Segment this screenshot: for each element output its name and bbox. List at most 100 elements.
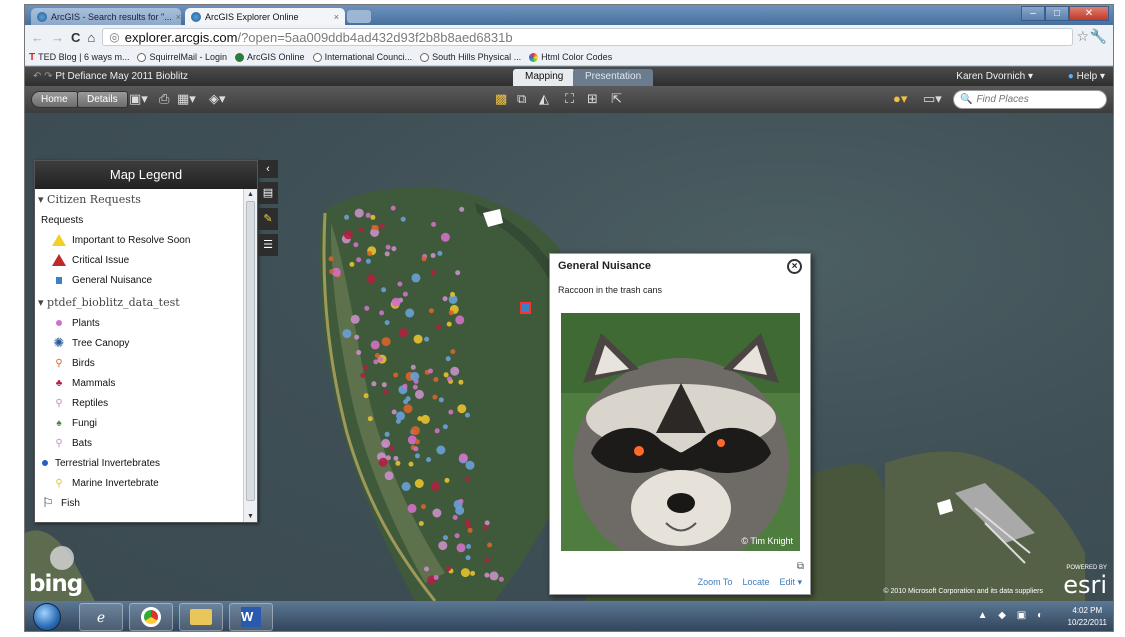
- observation-marker[interactable]: [391, 246, 397, 252]
- observation-marker[interactable]: [465, 460, 475, 470]
- query-icon[interactable]: ⊞: [587, 91, 598, 107]
- observation-marker[interactable]: [455, 315, 465, 325]
- observation-marker[interactable]: [356, 257, 362, 263]
- observation-marker[interactable]: [328, 256, 334, 262]
- observation-marker[interactable]: [458, 379, 464, 385]
- observation-marker[interactable]: [424, 566, 429, 572]
- bookmark-star-icon[interactable]: ☆: [1076, 28, 1089, 45]
- observation-marker[interactable]: [428, 368, 433, 374]
- observation-marker[interactable]: [410, 426, 420, 436]
- selected-general-nuisance-marker[interactable]: [520, 302, 531, 314]
- observation-marker[interactable]: [381, 438, 391, 448]
- observation-marker[interactable]: [381, 337, 391, 347]
- observation-marker[interactable]: [432, 394, 438, 400]
- share-icon[interactable]: ◈▾: [209, 91, 226, 107]
- observation-marker[interactable]: [483, 524, 489, 530]
- observation-marker[interactable]: [410, 371, 420, 381]
- observation-marker[interactable]: [342, 329, 352, 339]
- observation-marker[interactable]: [450, 291, 455, 297]
- observation-marker[interactable]: [414, 389, 424, 399]
- observation-marker[interactable]: [421, 504, 426, 510]
- observation-marker[interactable]: [363, 393, 369, 399]
- add-layer-icon[interactable]: ⧉: [517, 91, 526, 107]
- observation-marker[interactable]: [412, 384, 418, 390]
- user-menu[interactable]: Karen Dvornich ▾: [956, 71, 1033, 82]
- bookmark-ted[interactable]: T TED Blog | 6 ways m...: [29, 52, 129, 63]
- observation-marker[interactable]: [446, 376, 452, 382]
- legend-list[interactable]: ▾ Citizen Requests Requests Important to…: [35, 189, 243, 522]
- observation-marker[interactable]: [374, 353, 380, 358]
- tab-arcgis-explorer[interactable]: ArcGIS Explorer Online ×: [185, 8, 345, 25]
- observation-marker[interactable]: [442, 424, 448, 430]
- observation-marker[interactable]: [403, 404, 413, 414]
- observation-marker[interactable]: [448, 409, 454, 415]
- home-icon[interactable]: ⌂: [87, 30, 95, 45]
- observation-marker[interactable]: [467, 527, 473, 533]
- observation-marker[interactable]: [487, 542, 493, 548]
- observation-marker[interactable]: [428, 308, 434, 314]
- observation-marker[interactable]: [431, 481, 440, 491]
- observation-marker[interactable]: [442, 296, 448, 302]
- observation-marker[interactable]: [460, 568, 470, 578]
- observation-marker[interactable]: [415, 453, 420, 459]
- observation-marker[interactable]: [371, 224, 377, 230]
- word-icon[interactable]: W: [229, 603, 273, 631]
- observation-marker[interactable]: [440, 232, 450, 242]
- system-clock[interactable]: 4:02 PM 10/22/2011: [1068, 605, 1107, 629]
- observation-marker[interactable]: [424, 336, 430, 342]
- observation-marker[interactable]: [465, 412, 470, 418]
- observation-marker[interactable]: [408, 461, 414, 467]
- basemap-icon[interactable]: ▦▾: [177, 91, 196, 107]
- tab-presentation[interactable]: Presentation: [573, 69, 654, 86]
- observation-marker[interactable]: [393, 455, 399, 461]
- observation-marker[interactable]: [421, 256, 427, 262]
- observation-marker[interactable]: [426, 457, 432, 463]
- observation-marker[interactable]: [484, 520, 490, 526]
- observation-marker[interactable]: [366, 274, 376, 284]
- observation-marker[interactable]: [379, 223, 385, 229]
- observation-marker[interactable]: [437, 250, 443, 256]
- bookmark-international-council[interactable]: International Counci...: [312, 52, 412, 62]
- observation-marker[interactable]: [444, 477, 450, 483]
- observation-marker[interactable]: [391, 409, 397, 415]
- start-button[interactable]: [33, 603, 61, 631]
- observation-marker[interactable]: [450, 366, 460, 376]
- observation-marker[interactable]: [418, 521, 424, 526]
- details-button[interactable]: Details: [77, 91, 128, 108]
- bookmark-south-hills[interactable]: South Hills Physical ...: [420, 52, 521, 62]
- minimize-button[interactable]: –: [1021, 6, 1045, 21]
- observation-marker[interactable]: [438, 397, 444, 403]
- observation-marker[interactable]: [365, 212, 371, 218]
- forward-arrow-icon[interactable]: →: [51, 30, 64, 45]
- observation-marker[interactable]: [450, 349, 456, 355]
- scroll-down-icon[interactable]: ▼: [247, 513, 254, 520]
- observation-marker[interactable]: [349, 261, 355, 267]
- observation-marker[interactable]: [395, 460, 401, 466]
- observation-marker[interactable]: [410, 364, 416, 370]
- locate-link[interactable]: Locate: [742, 577, 769, 588]
- observation-marker[interactable]: [367, 416, 373, 422]
- help-menu[interactable]: ● Help ▾: [1068, 71, 1105, 82]
- observation-marker[interactable]: [411, 273, 421, 283]
- observation-marker[interactable]: [434, 428, 440, 434]
- observation-marker[interactable]: [401, 482, 411, 491]
- observation-marker[interactable]: [484, 557, 490, 563]
- chrome-icon[interactable]: [129, 603, 173, 631]
- ie-icon[interactable]: ℯ: [79, 603, 123, 631]
- observation-marker[interactable]: [402, 383, 408, 389]
- bookmark-arcgis-online[interactable]: ArcGIS Online: [235, 52, 305, 62]
- observation-marker[interactable]: [385, 244, 391, 250]
- observation-marker[interactable]: [458, 498, 464, 504]
- url-input[interactable]: ◎ explorer.arcgis.com/?open=5aa009ddb4ad…: [102, 28, 1073, 46]
- observation-marker[interactable]: [364, 305, 370, 311]
- observation-marker[interactable]: [384, 431, 390, 437]
- observation-marker[interactable]: [470, 570, 476, 576]
- observation-marker[interactable]: [389, 445, 395, 451]
- find-places-box[interactable]: 🔍: [953, 90, 1107, 109]
- observation-marker[interactable]: [397, 281, 403, 287]
- observation-marker[interactable]: [431, 221, 437, 227]
- observation-marker[interactable]: [405, 308, 415, 318]
- observation-marker[interactable]: [378, 356, 384, 362]
- layout-icon[interactable]: ▭▾: [923, 91, 942, 107]
- undo-redo-icon[interactable]: ↶ ↷: [33, 71, 55, 82]
